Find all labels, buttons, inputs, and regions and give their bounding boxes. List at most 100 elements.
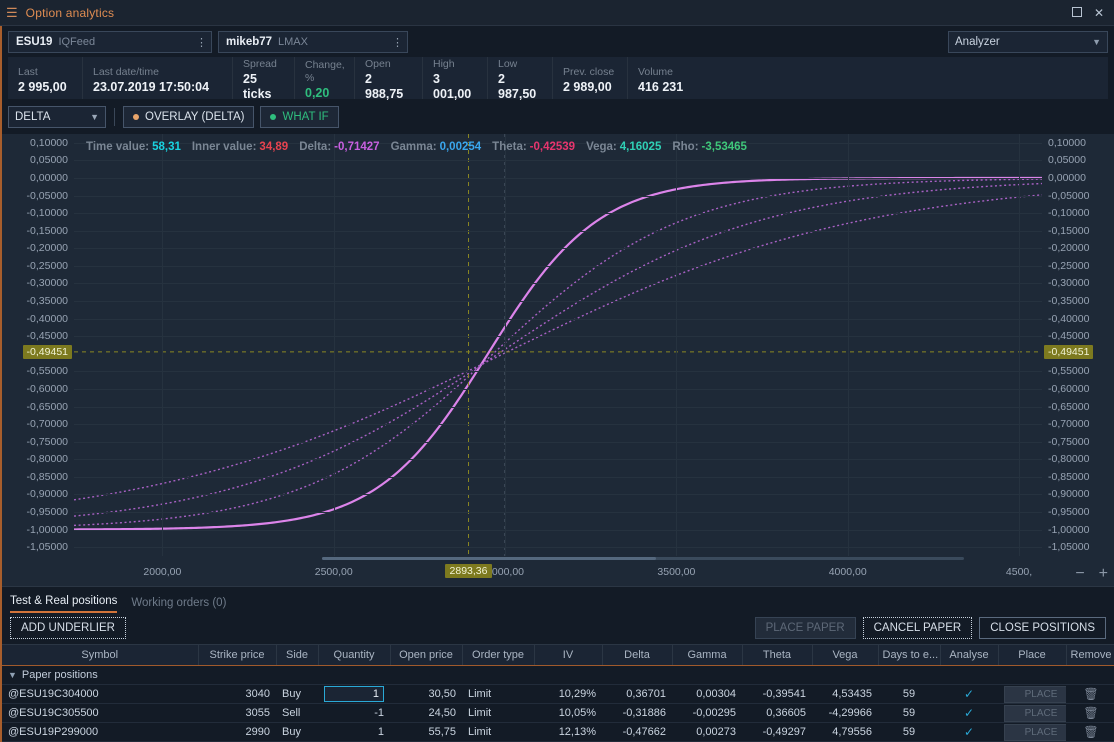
right-action-group: PLACE PAPER CANCEL PAPER CLOSE POSITIONS — [755, 617, 1106, 639]
column-header-vega[interactable]: Vega — [812, 645, 878, 666]
metric-dropdown[interactable]: DELTA ▼ — [8, 106, 106, 128]
y-axis-tick: -0,60000 — [1048, 383, 1089, 395]
quote-value: 3 001,00 — [433, 72, 475, 102]
what-if-button[interactable]: WHAT IF — [260, 106, 338, 128]
cell-place[interactable]: PLACE — [998, 723, 1066, 742]
cell-remove[interactable]: 🗑 — [1066, 704, 1114, 723]
symbol-selector-primary[interactable]: ESU19 IQFeed ⋮ — [8, 31, 212, 53]
chevron-down-icon[interactable]: ▼ — [8, 670, 17, 680]
greek-value: 34,89 — [259, 141, 288, 153]
y-axis-tick: -0,35000 — [27, 295, 68, 307]
tab-test-real-positions[interactable]: Test & Real positions — [10, 595, 117, 613]
cell-delta: -0,31886 — [602, 704, 672, 723]
column-header-delta[interactable]: Delta — [602, 645, 672, 666]
y-axis-right: 0,100000,050000,00000-0,05000-0,10000-0,… — [1042, 134, 1114, 556]
table-group-row[interactable]: ▼Paper positions — [2, 666, 1114, 685]
add-underlier-button[interactable]: ADD UNDERLIER — [10, 617, 126, 639]
scrollbar-thumb[interactable] — [322, 557, 656, 560]
cell-iv: 10,29% — [534, 685, 602, 704]
trash-icon[interactable]: 🗑 — [1083, 687, 1098, 701]
cell-quantity: -1 — [318, 704, 390, 723]
quote-low: Low2 987,50 — [488, 57, 553, 99]
column-header-theta[interactable]: Theta — [742, 645, 812, 666]
gridline-horizontal — [74, 494, 1042, 495]
y-axis-tick: -0,15000 — [27, 225, 68, 237]
greeks-readout: Time value:58,31Inner value:34,89Delta:-… — [86, 141, 747, 153]
analytics-chart[interactable]: 0,100000,050000,00000-0,05000-0,10000-0,… — [2, 134, 1114, 586]
y-axis-tick: -1,05000 — [27, 541, 68, 553]
column-header-place[interactable]: Place — [998, 645, 1066, 666]
quote-label: Prev. close — [563, 66, 615, 79]
cell-side: Buy — [276, 685, 318, 704]
column-header-symbol[interactable]: Symbol — [2, 645, 198, 666]
column-header-strike-price[interactable]: Strike price — [198, 645, 276, 666]
column-header-order-type[interactable]: Order type — [462, 645, 534, 666]
hamburger-icon[interactable]: ☰ — [6, 6, 18, 19]
table-row[interactable]: @ESU19C3040003040Buy130,50Limit10,29%0,3… — [2, 685, 1114, 704]
tab-working-orders-0[interactable]: Working orders (0) — [131, 597, 226, 613]
curve-delta-t2 — [74, 184, 1042, 517]
table-row[interactable]: @ESU19P2990002990Buy155,75Limit12,13%-0,… — [2, 723, 1114, 742]
cancel-paper-button[interactable]: CANCEL PAPER — [863, 617, 973, 639]
column-header-iv[interactable]: IV — [534, 645, 602, 666]
column-header-open-price[interactable]: Open price — [390, 645, 462, 666]
column-header-gamma[interactable]: Gamma — [672, 645, 742, 666]
quantity-input[interactable]: 1 — [324, 686, 384, 702]
y-axis-tick: -0,40000 — [27, 313, 68, 325]
more-options-icon[interactable]: ⋮ — [380, 36, 403, 49]
chart-zoom-controls: − + — [1075, 566, 1108, 582]
account-selector[interactable]: mikeb77 LMAX ⋮ — [218, 31, 408, 53]
greek-label: Theta: — [492, 141, 527, 153]
greek-label: Vega: — [586, 141, 617, 153]
column-header-quantity[interactable]: Quantity — [318, 645, 390, 666]
cell-remove[interactable]: 🗑 — [1066, 685, 1114, 704]
y-axis-tick: -0,85000 — [1048, 471, 1089, 483]
close-icon[interactable]: ✕ — [1094, 7, 1104, 19]
symbol-bar: ESU19 IQFeed ⋮ mikeb77 LMAX ⋮ Analyzer ▼ — [0, 26, 1114, 57]
cell-vega: 4,79556 — [812, 723, 878, 742]
cell-place[interactable]: PLACE — [998, 685, 1066, 704]
place-button[interactable]: PLACE — [1004, 686, 1066, 703]
cell-quantity[interactable]: 1 — [318, 685, 390, 704]
column-header-analyse[interactable]: Analyse — [940, 645, 998, 666]
cell-analyse[interactable]: ✓ — [940, 685, 998, 704]
analyse-checkbox[interactable]: ✓ — [964, 687, 974, 701]
column-header-side[interactable]: Side — [276, 645, 318, 666]
quote-label: Open — [365, 58, 410, 71]
window-controls: ✕ — [1072, 7, 1108, 19]
trash-icon[interactable]: 🗑 — [1083, 706, 1098, 720]
column-header-remove[interactable]: Remove — [1066, 645, 1114, 666]
more-options-icon[interactable]: ⋮ — [184, 36, 207, 49]
overlay-delta-button[interactable]: OVERLAY (DELTA) — [123, 106, 254, 128]
column-header-days-to-e[interactable]: Days to e... — [878, 645, 940, 666]
gridline-horizontal — [74, 213, 1042, 214]
quote-change: Change, %0,20 — [295, 57, 355, 99]
y-axis-tick: -0,10000 — [27, 207, 68, 219]
maximize-icon[interactable] — [1072, 7, 1082, 19]
cell-analyse[interactable]: ✓ — [940, 723, 998, 742]
cell-analyse[interactable]: ✓ — [940, 704, 998, 723]
chart-toolbar: DELTA ▼ OVERLAY (DELTA) WHAT IF — [0, 99, 1114, 134]
window-title: Option analytics — [26, 6, 115, 20]
cell-remove[interactable]: 🗑 — [1066, 723, 1114, 742]
trash-icon[interactable]: 🗑 — [1083, 725, 1098, 739]
zoom-in-button[interactable]: + — [1099, 566, 1108, 582]
place-paper-button[interactable]: PLACE PAPER — [755, 617, 856, 639]
y-axis-tick: -0,95000 — [1048, 506, 1089, 518]
analyse-checkbox[interactable]: ✓ — [964, 725, 974, 739]
gridline-horizontal — [74, 231, 1042, 232]
gridline-horizontal — [74, 301, 1042, 302]
gridline-horizontal — [74, 319, 1042, 320]
quote-label: High — [433, 58, 475, 71]
zoom-out-button[interactable]: − — [1075, 566, 1084, 582]
analyse-checkbox[interactable]: ✓ — [964, 706, 974, 720]
place-button[interactable]: PLACE — [1004, 705, 1066, 722]
place-button[interactable]: PLACE — [1004, 724, 1066, 741]
gridline-vertical — [334, 134, 335, 556]
chart-plot-area[interactable] — [74, 134, 1042, 556]
close-positions-button[interactable]: CLOSE POSITIONS — [979, 617, 1106, 639]
analyzer-dropdown[interactable]: Analyzer ▼ — [948, 31, 1108, 53]
cell-place[interactable]: PLACE — [998, 704, 1066, 723]
chart-horizontal-scrollbar[interactable] — [322, 557, 964, 560]
table-row[interactable]: @ESU19C3055003055Sell-124,50Limit10,05%-… — [2, 704, 1114, 723]
